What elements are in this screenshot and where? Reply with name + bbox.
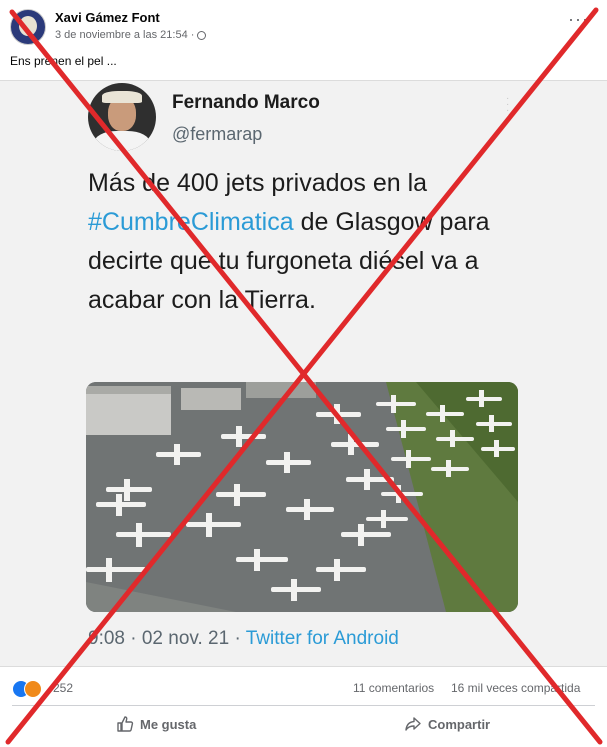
- more-options-icon[interactable]: ···: [568, 10, 589, 28]
- like-button-label: Me gusta: [140, 716, 197, 732]
- like-button[interactable]: Me gusta: [116, 709, 196, 739]
- angry-reaction-icon: [24, 680, 42, 698]
- tweet-avatar: [88, 83, 156, 151]
- post-caption: Ens prenen el pel ...: [10, 54, 117, 68]
- tweet-photo-airfield: [86, 382, 518, 612]
- author-name[interactable]: Xavi Gámez Font: [55, 10, 160, 25]
- tweet-client: Twitter for Android: [245, 628, 399, 649]
- tweet-footer: 9:08 · 02 nov. 21 · Twitter for Android: [88, 628, 399, 650]
- reaction-icons[interactable]: [12, 680, 46, 698]
- author-avatar[interactable]: [10, 9, 46, 45]
- reaction-count[interactable]: 252: [53, 681, 73, 695]
- tweet-text: Más de 400 jets privados en la #CumbreCl…: [88, 164, 528, 320]
- divider: [12, 705, 595, 706]
- tweet-handle: @fermarap: [172, 124, 263, 144]
- post-meta: 3 de noviembre a las 21:54 ·: [55, 29, 207, 41]
- tweet-hashtag: #CumbreClimatica: [88, 208, 294, 236]
- tweet-menu-icon: · · ·: [506, 93, 510, 116]
- thumbs-up-icon: [117, 716, 134, 732]
- post-timestamp[interactable]: 3 de noviembre a las 21:54 ·: [55, 29, 194, 41]
- share-button[interactable]: Compartir: [404, 709, 490, 739]
- tweet-text-start: Más de 400 jets privados en la: [88, 169, 428, 197]
- facebook-post: Xavi Gámez Font 3 de noviembre a las 21:…: [0, 0, 607, 747]
- share-button-label: Compartir: [428, 716, 491, 732]
- share-arrow-icon: [405, 717, 421, 731]
- tweet-time-date: 9:08 · 02 nov. 21 ·: [88, 628, 246, 649]
- globe-icon: [197, 30, 207, 40]
- share-count[interactable]: 16 mil veces compartida: [451, 681, 580, 695]
- comment-count[interactable]: 11 comentarios: [353, 681, 434, 695]
- tweet-author-name: Fernando Marco: [172, 92, 320, 113]
